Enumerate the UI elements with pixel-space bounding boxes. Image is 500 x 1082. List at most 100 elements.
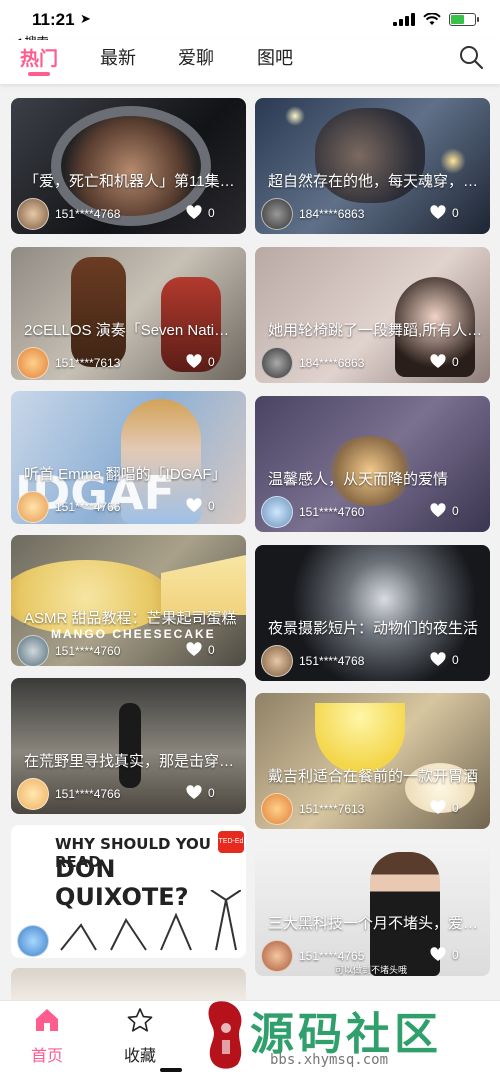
like-count: 0 bbox=[208, 643, 215, 657]
video-card[interactable]: 三大黑科技一个月不堵头，爱… 151****4765 0 可以做到不堵头哦 bbox=[255, 840, 490, 976]
heart-icon[interactable] bbox=[430, 800, 446, 816]
nav-favorites-label: 收藏 bbox=[123, 1048, 156, 1065]
like-count: 0 bbox=[452, 948, 459, 962]
video-card[interactable]: MANGO CHEESECAKE ASMR 甜品教程：芒果起司蛋糕 151***… bbox=[11, 535, 246, 666]
heart-icon[interactable] bbox=[186, 785, 202, 801]
video-card[interactable]: IDGAF 听首 Emma 翻唱的「IDGAF」 151****4766 0 bbox=[11, 391, 246, 524]
status-time: 11:21 bbox=[32, 10, 75, 29]
username: 151****4760 bbox=[299, 505, 365, 519]
home-icon bbox=[36, 1009, 58, 1031]
heart-icon[interactable] bbox=[430, 947, 446, 963]
status-bar: 11:21 ➤ ◀ 搜索 bbox=[0, 0, 500, 49]
video-title: 夜景摄影短片：动物们的夜生活 bbox=[268, 620, 479, 637]
avatar[interactable] bbox=[17, 635, 49, 666]
thumbnail-illustration bbox=[60, 890, 241, 951]
video-card[interactable]: 2CELLOS 演奏「Seven Nati… 151****7613 0 bbox=[11, 247, 246, 380]
avatar[interactable] bbox=[17, 347, 49, 379]
like-count: 0 bbox=[208, 499, 215, 513]
video-title: 她用轮椅跳了一段舞蹈,所有人… bbox=[268, 322, 483, 339]
tab-latest[interactable]: 最新 bbox=[100, 44, 136, 70]
video-card[interactable]: 超自然存在的他，每天魂穿，… 184****6863 0 bbox=[255, 98, 490, 234]
video-card[interactable]: 温馨感人，从天而降的爱情 151****4760 0 bbox=[255, 396, 490, 532]
thumbnail-cocktail bbox=[315, 703, 405, 773]
video-title: 超自然存在的他，每天魂穿，… bbox=[268, 173, 479, 190]
avatar[interactable] bbox=[261, 793, 293, 825]
avatar[interactable] bbox=[261, 940, 293, 972]
thumbnail-cake-slice bbox=[161, 555, 246, 615]
video-title: 温馨感人，从天而降的爱情 bbox=[268, 471, 449, 488]
battery-icon bbox=[449, 13, 479, 26]
thumbnail-sparkler bbox=[285, 106, 305, 126]
like-count: 0 bbox=[452, 206, 459, 220]
avatar[interactable] bbox=[261, 496, 293, 528]
heart-icon[interactable] bbox=[430, 354, 446, 370]
username: 151****4765 bbox=[299, 949, 365, 963]
avatar[interactable] bbox=[17, 778, 49, 810]
username: 151****4760 bbox=[55, 644, 121, 658]
like-count: 0 bbox=[208, 206, 215, 220]
like-count: 0 bbox=[208, 355, 215, 369]
active-tab-indicator bbox=[28, 72, 50, 76]
video-card[interactable]: 她用轮椅跳了一段舞蹈,所有人… 184****6863 0 bbox=[255, 247, 490, 383]
status-indicators bbox=[393, 13, 479, 26]
avatar[interactable] bbox=[261, 347, 293, 379]
video-title: 听首 Emma 翻唱的「IDGAF」 bbox=[24, 466, 227, 483]
tab-hot[interactable]: 热门 bbox=[20, 44, 58, 71]
location-icon: ➤ bbox=[80, 11, 91, 26]
avatar[interactable] bbox=[17, 198, 49, 230]
video-card[interactable]: 戴吉利适合在餐前的一款开胃酒 151****7613 0 bbox=[255, 693, 490, 829]
tab-gallery[interactable]: 图吧 bbox=[257, 44, 293, 70]
star-icon bbox=[127, 1008, 153, 1032]
watermark-seal-logo bbox=[208, 1001, 242, 1069]
video-subtitle: 可以做到不堵头哦 bbox=[335, 965, 408, 975]
wifi-icon bbox=[423, 13, 441, 25]
thumbnail-mango-text: MANGO CHEESECAKE bbox=[51, 627, 216, 641]
heart-icon[interactable] bbox=[186, 354, 202, 370]
username: 151****4768 bbox=[299, 654, 365, 668]
signal-icon bbox=[393, 13, 415, 26]
like-count: 0 bbox=[452, 504, 459, 518]
thumbnail-cello bbox=[71, 257, 126, 367]
username: 184****6863 bbox=[299, 207, 365, 221]
video-title: 三大黑科技一个月不堵头，爱… bbox=[268, 915, 479, 932]
nav-favorites[interactable]: 收藏 bbox=[110, 1007, 170, 1066]
username: 151****7613 bbox=[299, 802, 365, 816]
like-count: 0 bbox=[452, 653, 459, 667]
heart-icon[interactable] bbox=[186, 642, 202, 658]
heart-icon[interactable] bbox=[430, 205, 446, 221]
video-card[interactable]: WHY SHOULD YOU READ DON QUIXOTE? TED-Ed bbox=[11, 825, 246, 958]
video-title: ASMR 甜品教程：芒果起司蛋糕 bbox=[24, 610, 237, 627]
username: 151****4766 bbox=[55, 787, 121, 801]
video-card[interactable]: 在荒野里寻找真实，那是击穿… 151****4766 0 bbox=[11, 678, 246, 814]
heart-icon[interactable] bbox=[430, 503, 446, 519]
ted-ed-logo: TED-Ed bbox=[218, 831, 244, 853]
like-count: 0 bbox=[452, 355, 459, 369]
username: 184****6863 bbox=[299, 356, 365, 370]
like-count: 0 bbox=[208, 786, 215, 800]
video-title: 在荒野里寻找真实，那是击穿… bbox=[24, 753, 235, 770]
video-title: 戴吉利适合在餐前的一款开胃酒 bbox=[268, 768, 479, 785]
video-card[interactable]: 「爱，死亡和机器人」第11集… 151****4768 0 bbox=[11, 98, 246, 234]
nav-home[interactable]: 首页 bbox=[17, 1007, 77, 1066]
nav-home-label: 首页 bbox=[30, 1048, 63, 1065]
avatar[interactable] bbox=[17, 491, 49, 523]
video-card[interactable]: 夜景摄影短片：动物们的夜生活 151****4768 0 bbox=[255, 545, 490, 681]
username: 151****7613 bbox=[55, 356, 121, 370]
like-count: 0 bbox=[452, 801, 459, 815]
avatar[interactable] bbox=[261, 198, 293, 230]
avatar[interactable] bbox=[17, 925, 49, 957]
thumbnail-figure bbox=[119, 703, 141, 788]
video-title: 「爱，死亡和机器人」第11集… bbox=[24, 173, 235, 190]
heart-icon[interactable] bbox=[186, 498, 202, 514]
tab-chat[interactable]: 爱聊 bbox=[178, 44, 214, 70]
heart-icon[interactable] bbox=[430, 652, 446, 668]
avatar[interactable] bbox=[261, 645, 293, 677]
watermark: 源码社区 bbs.xhymsq.com bbox=[190, 990, 500, 1082]
top-tab-bar: 热门 最新 爱聊 图吧 bbox=[0, 40, 500, 84]
home-indicator bbox=[160, 1068, 182, 1072]
watermark-url: bbs.xhymsq.com bbox=[270, 1052, 389, 1068]
search-icon[interactable] bbox=[458, 44, 484, 70]
username: 151****4766 bbox=[55, 500, 121, 514]
username: 151****4768 bbox=[55, 207, 121, 221]
heart-icon[interactable] bbox=[186, 205, 202, 221]
